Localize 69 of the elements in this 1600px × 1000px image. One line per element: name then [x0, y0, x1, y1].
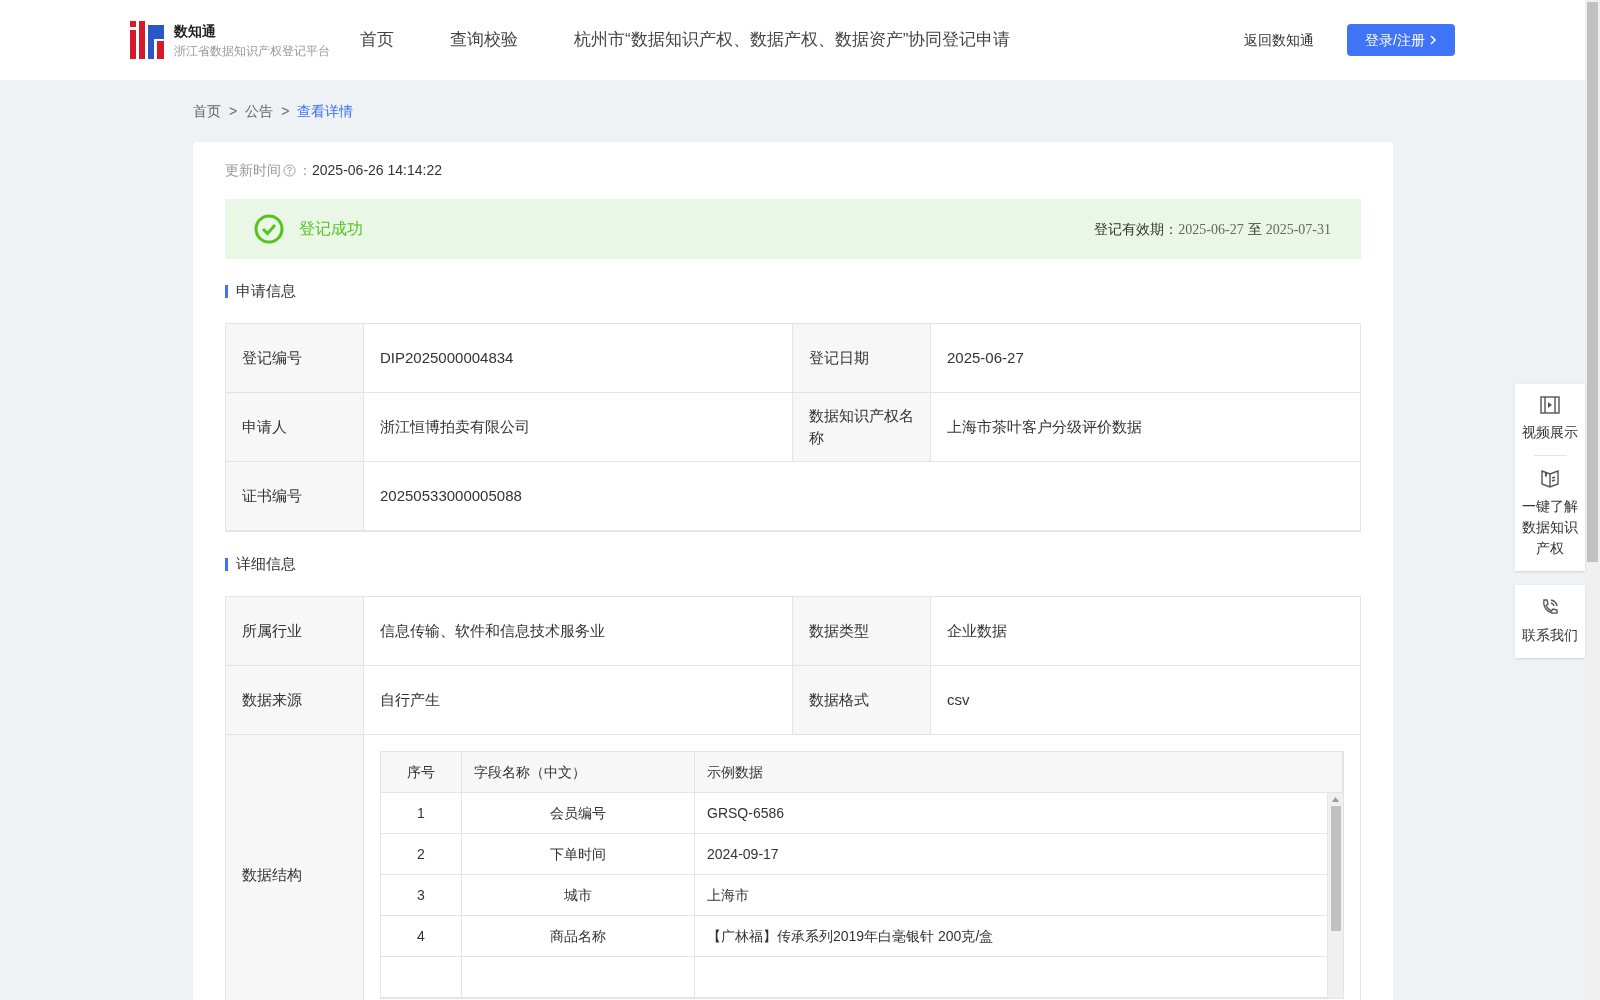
table-cell-text: GRSQ-6586: [707, 803, 785, 823]
table-cell-text: 1: [417, 803, 425, 823]
validity-from: 2025-06-27: [1178, 220, 1244, 239]
field-label: 数据结构: [242, 864, 302, 885]
logo-title: 数知通: [174, 21, 217, 41]
breadcrumb-link[interactable]: 查看详情: [297, 100, 354, 122]
field-value: 企业数据: [947, 620, 1007, 641]
breadcrumb-separator: >: [229, 101, 238, 121]
logo-icon: [130, 21, 166, 59]
field-label: 登记日期: [809, 348, 869, 368]
table-cell-text: 4: [417, 926, 425, 946]
section-title: 详细信息: [236, 553, 296, 574]
field-label: 证书编号: [242, 486, 302, 506]
validity-to: 2025-07-31: [1265, 220, 1331, 239]
field-value: 自行产生: [380, 689, 440, 710]
phone-icon: [1540, 597, 1560, 617]
validity-label: 登记有效期：: [1094, 219, 1179, 239]
nav-link[interactable]: 查询校验: [450, 27, 518, 53]
login-button[interactable]: 登录/注册: [1347, 24, 1455, 56]
table-cell-text: 【广林福】传承系列2019年白毫银针 200克/盒: [707, 926, 994, 946]
nav-link[interactable]: 首页: [360, 27, 394, 53]
chevron-right-icon: [1428, 35, 1437, 45]
updated-label: 更新时间: [225, 161, 281, 180]
updated-colon: ：: [298, 161, 312, 180]
help-icon: [283, 164, 296, 177]
field-label: 数据类型: [809, 621, 869, 641]
field-label: 登记编号: [242, 348, 302, 368]
field-value: DIP2025000004834: [380, 347, 514, 368]
scrollbar[interactable]: [1328, 793, 1343, 998]
back-link[interactable]: 返回数知通: [1244, 29, 1314, 51]
field-value: 20250533000005088: [380, 485, 522, 506]
field-label: 数据格式: [809, 690, 869, 710]
breadcrumb-link[interactable]: 首页: [193, 100, 221, 122]
field-value: 上海市茶叶客户分级评价数据: [947, 416, 1142, 437]
table-cell-text: 商品名称: [550, 926, 606, 946]
page-scrollbar[interactable]: [1585, 0, 1600, 1000]
field-label: 数据来源: [242, 690, 302, 710]
breadcrumb-link[interactable]: 公告: [245, 100, 274, 122]
table-cell-text: 会员编号: [550, 803, 606, 823]
side-link[interactable]: 视频展示: [1520, 396, 1580, 443]
side-link[interactable]: 一键了解数据知识产权: [1520, 468, 1580, 559]
table-cell-text: 2: [417, 844, 425, 864]
field-label: 申请人: [242, 417, 287, 437]
validity-to-word: 至: [1247, 219, 1262, 239]
field-value: 浙江恒博拍卖有限公司: [380, 416, 530, 437]
status-text: 登记成功: [299, 219, 363, 239]
film-icon: [1540, 396, 1560, 414]
field-label: 所属行业: [242, 621, 302, 641]
table-cell-text: 下单时间: [550, 844, 606, 864]
field-value: 信息传输、软件和信息技术服务业: [380, 620, 605, 641]
column-header: 示例数据: [707, 762, 763, 782]
book-icon: [1540, 468, 1560, 488]
nav-link[interactable]: 杭州市“数据知识产权、数据产权、数据资产”协同登记申请: [574, 27, 1011, 53]
field-label: 数据知识产权名称: [809, 406, 914, 448]
table-cell-text: 2024-09-17: [707, 844, 779, 864]
updated-value: 2025-06-26 14:14:22: [312, 161, 442, 180]
field-value: csv: [947, 689, 970, 710]
column-header: 序号: [407, 762, 435, 782]
table-cell-text: 上海市: [707, 885, 749, 905]
field-value: 2025-06-27: [947, 347, 1024, 368]
table-cell-text: 3: [417, 885, 425, 905]
table-cell-text: 城市: [564, 885, 592, 905]
column-header: 字段名称（中文）: [474, 762, 586, 782]
breadcrumb-separator: >: [281, 101, 290, 121]
logo-subtitle: 浙江省数据知识产权登记平台: [174, 42, 330, 60]
scroll-up-icon[interactable]: [1332, 797, 1339, 802]
check-circle-icon: [254, 214, 284, 244]
section-title: 申请信息: [236, 280, 296, 301]
side-link[interactable]: 联系我们: [1520, 597, 1580, 646]
